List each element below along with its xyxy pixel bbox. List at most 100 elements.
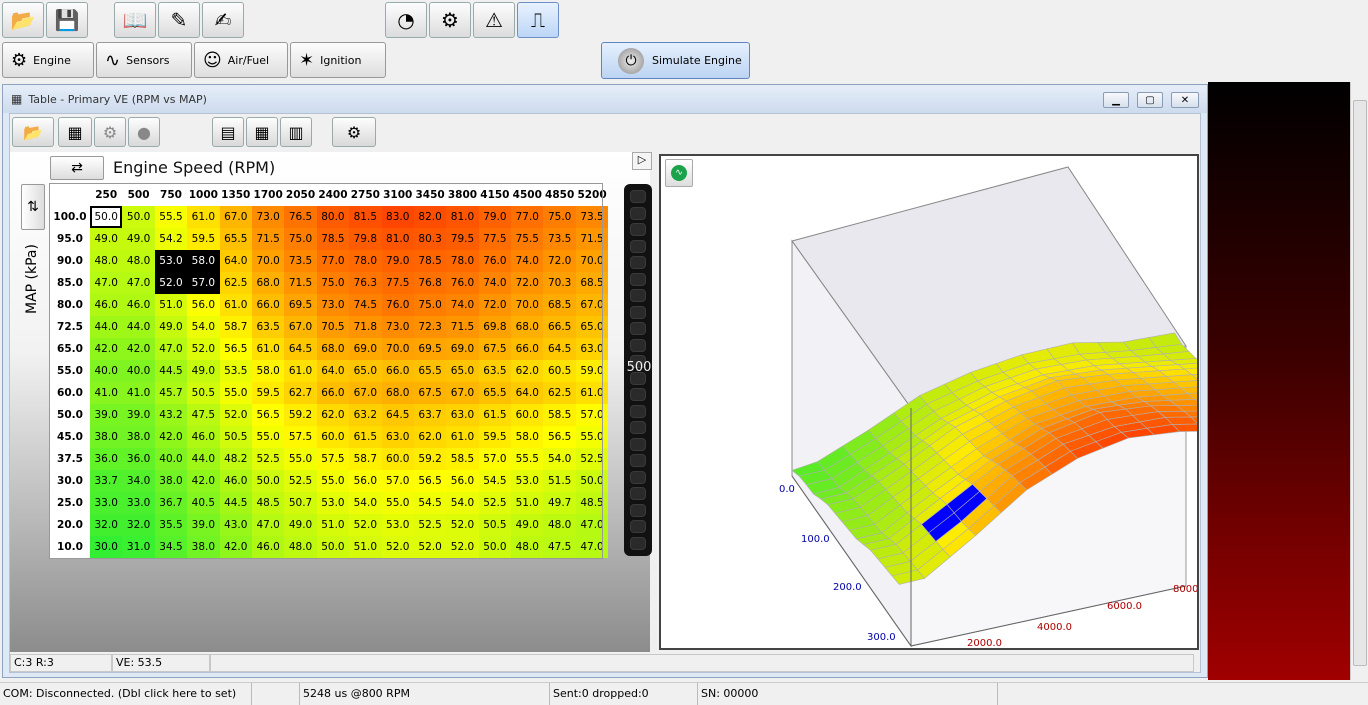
ve-cell[interactable]: 66.0	[381, 360, 414, 382]
ve-cell[interactable]: 34.0	[122, 470, 155, 492]
open-table-icon[interactable]: 📂	[12, 117, 54, 147]
ve-cell[interactable]: 72.0	[511, 272, 544, 294]
ve-cell[interactable]: 57.0	[478, 448, 512, 470]
ve-cell[interactable]: 61.0	[251, 338, 285, 360]
edit-color-icon[interactable]: ✍	[202, 2, 244, 38]
ve-cell[interactable]: 73.0	[316, 294, 350, 316]
signal-icon[interactable]: ⎍	[517, 2, 559, 38]
ve-cell[interactable]: 44.5	[154, 360, 188, 382]
ve-cell[interactable]: 51.0	[511, 492, 544, 514]
ve-cell[interactable]: 36.0	[122, 448, 155, 470]
ve-cell[interactable]: 48.2	[219, 448, 252, 470]
ve-cell[interactable]: 78.0	[446, 250, 479, 272]
ve-cell[interactable]: 83.0	[381, 206, 414, 228]
open-folder-icon[interactable]: 📂	[2, 2, 44, 38]
ve-cell[interactable]: 79.0	[478, 206, 512, 228]
ve-cell[interactable]: 56.5	[543, 426, 576, 448]
ve-cell[interactable]: 44.0	[90, 316, 123, 338]
gear-disabled-icon[interactable]: ⚙	[94, 117, 126, 147]
ve-cell[interactable]: 52.0	[381, 536, 414, 558]
ve-cell[interactable]: 53.5	[219, 360, 252, 382]
ve-cell[interactable]: 54.5	[478, 470, 512, 492]
ve-cell[interactable]: 81.5	[349, 206, 382, 228]
ve-cell[interactable]: 68.0	[316, 338, 350, 360]
ve-cell[interactable]: 56.5	[219, 338, 252, 360]
close-button[interactable]: ✕	[1171, 92, 1199, 108]
ve-cell[interactable]: 44.0	[187, 448, 220, 470]
ve-cell[interactable]: 65.0	[446, 360, 479, 382]
ve-cell[interactable]: 39.0	[122, 404, 155, 426]
table-row-icon[interactable]: ▤	[212, 117, 244, 147]
ve-cell[interactable]: 52.5	[284, 470, 317, 492]
tab-airfuel[interactable]: ☺ Air/Fuel	[194, 42, 288, 78]
ve-cell[interactable]: 76.0	[381, 294, 414, 316]
ve-cell[interactable]: 66.0	[316, 382, 350, 404]
ve-cell[interactable]: 79.8	[349, 228, 382, 250]
ve-cell[interactable]: 65.0	[575, 316, 609, 338]
ve-cell[interactable]: 68.5	[543, 294, 576, 316]
ve-cell[interactable]: 71.5	[251, 228, 285, 250]
ve-cell[interactable]: 59.5	[251, 382, 285, 404]
ve-cell[interactable]: 73.5	[543, 228, 576, 250]
ve-cell[interactable]: 55.0	[381, 492, 414, 514]
ve-cell[interactable]: 60.0	[316, 426, 350, 448]
ve-cell[interactable]: 60.5	[543, 360, 576, 382]
ve-cell[interactable]: 76.3	[349, 272, 382, 294]
ve-cell[interactable]: 78.5	[316, 228, 350, 250]
minimize-button[interactable]: ▁	[1103, 92, 1129, 108]
ve-cell[interactable]: 67.0	[349, 382, 382, 404]
ve-cell[interactable]: 54.5	[413, 492, 447, 514]
ve-cell[interactable]: 76.8	[413, 272, 447, 294]
ve-cell[interactable]: 47.5	[543, 536, 576, 558]
ve-cell[interactable]: 72.0	[478, 294, 512, 316]
ve-cell[interactable]: 64.0	[511, 382, 544, 404]
edit-icon[interactable]: ✎	[158, 2, 200, 38]
ve-cell[interactable]: 56.0	[446, 470, 479, 492]
ve-cell[interactable]: 64.5	[284, 338, 317, 360]
ve-cell[interactable]: 63.7	[413, 404, 447, 426]
ve-table[interactable]: 250 500 750 1000 1350 1700 2050 2400 2750 3100 345…	[50, 184, 609, 558]
ve-cell[interactable]: 51.0	[349, 536, 382, 558]
ve-cell[interactable]: 46.0	[90, 294, 123, 316]
ve-cell[interactable]: 76.5	[284, 206, 317, 228]
ve-cell[interactable]: 52.5	[575, 448, 609, 470]
table-full-icon[interactable]: ▥	[280, 117, 312, 147]
ve-cell[interactable]: 33.7	[90, 470, 123, 492]
ve-cell[interactable]: 52.5	[251, 448, 285, 470]
ve-3d-chart[interactable]: ∿ 0.0 100.0 200.0 300.0 2000.0 4000.0 6000.0 80…	[659, 154, 1199, 650]
ve-cell[interactable]: 61.0	[219, 294, 252, 316]
ve-cell[interactable]: 59.2	[413, 448, 447, 470]
ve-cell[interactable]: 77.0	[316, 250, 350, 272]
ve-cell[interactable]: 34.5	[154, 536, 188, 558]
ve-cell[interactable]: 63.2	[349, 404, 382, 426]
ve-cell[interactable]: 64.0	[219, 250, 252, 272]
ve-cell[interactable]: 48.5	[251, 492, 285, 514]
ve-cell[interactable]: 71.5	[284, 272, 317, 294]
ve-cell[interactable]: 59.0	[575, 360, 609, 382]
ve-cell[interactable]: 63.0	[446, 404, 479, 426]
ve-cell[interactable]: 52.0	[219, 404, 252, 426]
ve-cell[interactable]: 77.0	[511, 206, 544, 228]
ve-cell[interactable]: 61.0	[575, 382, 609, 404]
ve-cell[interactable]: 57.0	[381, 470, 414, 492]
ve-cell[interactable]: 48.5	[575, 492, 609, 514]
ve-cell[interactable]: 74.0	[511, 250, 544, 272]
ve-cell[interactable]: 40.0	[90, 360, 123, 382]
ve-cell[interactable]: 52.0	[446, 536, 479, 558]
ve-cell[interactable]: 76.0	[478, 250, 512, 272]
ve-cell[interactable]: 55.0	[284, 448, 317, 470]
ve-cell[interactable]: 48.0	[90, 250, 123, 272]
ve-cell[interactable]: 55.0	[575, 426, 609, 448]
ve-cell[interactable]: 47.0	[154, 338, 188, 360]
ve-cell[interactable]: 51.0	[154, 294, 188, 316]
ve-cell[interactable]: 70.0	[511, 294, 544, 316]
ve-cell[interactable]: 57.5	[284, 426, 317, 448]
ve-cell[interactable]: 68.0	[251, 272, 285, 294]
ve-cell[interactable]: 41.0	[90, 382, 123, 404]
ve-cell[interactable]: 59.5	[187, 228, 220, 250]
ve-cell[interactable]: 63.0	[575, 338, 609, 360]
ve-cell[interactable]: 31.0	[122, 536, 155, 558]
ve-cell[interactable]: 55.0	[316, 470, 350, 492]
ve-cell[interactable]: 63.5	[478, 360, 512, 382]
ve-cell[interactable]: 81.0	[446, 206, 479, 228]
